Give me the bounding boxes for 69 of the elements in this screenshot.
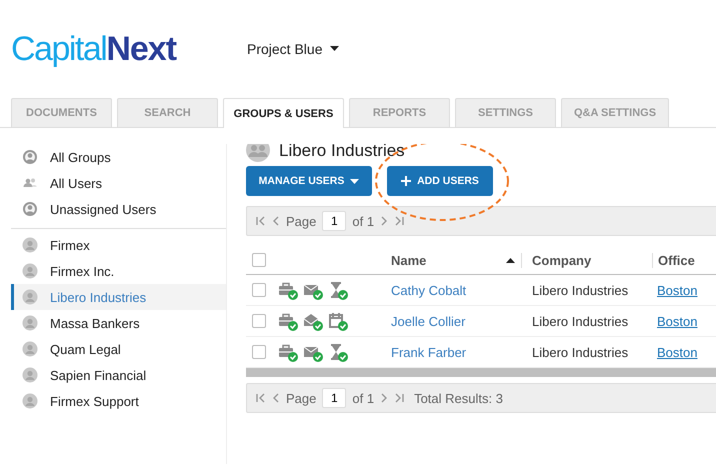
group-title: Libero Industries [279,144,405,161]
group-avatar-icon [246,144,270,162]
next-page-icon[interactable] [380,393,388,403]
envelope-open-check-icon [303,312,323,330]
column-header[interactable]: Name [391,252,426,268]
page-count: of 1 [352,214,374,228]
sidebar-item[interactable]: Sapien Financial [11,362,226,388]
user-icon [22,315,38,331]
manage-users-button[interactable]: MANAGE USERS [246,166,372,196]
select-all-checkbox[interactable] [252,253,266,267]
table-cell: Libero Industries [532,282,628,298]
previous-page-icon[interactable] [272,216,280,226]
user-icon [22,263,38,279]
last-page-icon[interactable] [394,393,404,403]
user-icon [22,289,38,305]
sidebar-item[interactable]: Firmex Inc. [11,258,226,284]
hourglass-check-icon [328,280,348,300]
last-page-icon[interactable] [394,216,404,226]
row-checkbox[interactable] [252,283,266,297]
user-icon [22,393,38,409]
hourglass-check-icon [328,342,348,362]
office-link[interactable]: Boston [657,314,698,328]
table-cell: Libero Industries [532,344,628,360]
briefcase-check-icon [278,280,298,300]
first-page-icon[interactable] [256,216,266,226]
sidebar-item[interactable]: Quam Legal [11,336,226,362]
user-icon [22,367,38,383]
user-icon [22,237,38,253]
sidebar-item[interactable]: Libero Industries [11,284,226,310]
page-field[interactable]: 1 [322,388,346,408]
table-cell: Libero Industries [532,314,628,328]
logo-text: Next [106,30,176,68]
briefcase-check-icon [278,312,298,330]
calendar-check-icon [328,312,348,330]
sidebar-item[interactable]: All Users [11,170,226,196]
page-label: Page [286,390,316,406]
sidebar-item[interactable]: Firmex [11,232,226,258]
previous-page-icon[interactable] [272,393,280,403]
user-name-link[interactable]: Frank Farber [391,344,466,360]
briefcase-check-icon [278,342,298,362]
user-icon [22,149,38,165]
page-field[interactable]: 1 [322,211,346,231]
add-users-button[interactable]: ADD USERS [387,166,493,196]
office-link[interactable]: Boston [657,282,698,298]
column-header[interactable]: Office [658,252,695,268]
plus-icon [401,176,412,186]
logo-text: Capital [11,30,106,68]
user-name-link[interactable]: Joelle Collier [391,314,466,328]
sidebar-item[interactable]: Unassigned Users [11,196,226,222]
sidebar-item[interactable]: All Groups [11,144,226,170]
user-icon [22,341,38,357]
sidebar-item[interactable]: Massa Bankers [11,310,226,336]
project-dropdown[interactable]: Project Blue [247,41,340,57]
page-label: Page [286,214,316,228]
scrollbar[interactable] [246,368,716,377]
row-checkbox[interactable] [252,345,266,359]
first-page-icon[interactable] [256,393,266,403]
user-icon [22,201,38,217]
next-page-icon[interactable] [380,216,388,226]
total-results: Total Results: 3 [414,390,503,406]
column-header[interactable]: Company [532,252,592,268]
caret-icon [350,178,360,184]
row-checkbox[interactable] [252,314,266,328]
caret-icon [330,46,340,52]
office-link[interactable]: Boston [657,344,698,360]
page-count: of 1 [352,390,374,406]
sidebar-item[interactable]: Firmex Support [11,388,226,414]
tab[interactable]: GROUPS & USERS [223,98,344,128]
user-name-link[interactable]: Cathy Cobalt [391,282,466,298]
